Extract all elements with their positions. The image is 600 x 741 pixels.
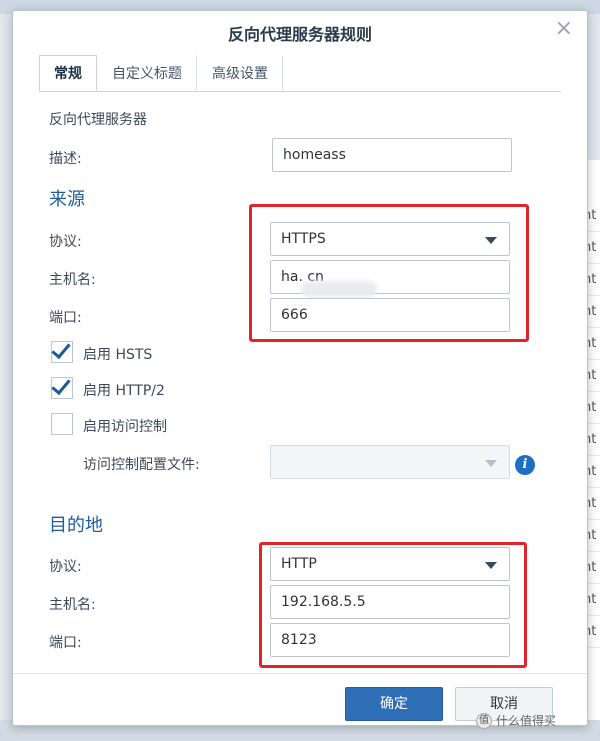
tab-general[interactable]: 常规 — [39, 55, 97, 91]
http2-checkbox[interactable] — [51, 374, 73, 399]
watermark: 值 什么值得买 — [476, 712, 556, 729]
destination-protocol-label: 协议: — [49, 559, 82, 575]
checkmark-icon — [51, 338, 71, 360]
source-protocol-select[interactable]: HTTPS — [270, 222, 510, 256]
info-icon[interactable]: i — [515, 455, 535, 475]
hsts-label: 启用 HSTS — [83, 347, 153, 363]
tab-advanced[interactable]: 高级设置 — [197, 55, 283, 91]
redaction-blur — [301, 281, 377, 297]
access-profile-select[interactable] — [270, 445, 510, 479]
watermark-text: 什么值得买 — [496, 714, 557, 728]
reverse-proxy-dialog: 反向代理服务器规则 × 常规 自定义标题 高级设置 反向代理服务器 描述: ho… — [12, 10, 588, 726]
destination-hostname-label: 主机名: — [49, 597, 96, 613]
tab-custom-header[interactable]: 自定义标题 — [97, 55, 197, 91]
chevron-down-icon — [485, 562, 497, 569]
destination-port-input[interactable]: 8123 — [270, 623, 510, 657]
tab-divider — [39, 91, 561, 92]
source-section-title: 来源 — [49, 189, 85, 210]
source-port-label: 端口: — [49, 310, 82, 326]
ok-button[interactable]: 确定 — [345, 687, 443, 721]
description-input[interactable]: homeass — [272, 138, 512, 172]
source-protocol-label: 协议: — [49, 234, 82, 250]
access-control-label: 启用访问控制 — [83, 419, 167, 435]
watermark-logo-icon: 值 — [476, 712, 492, 729]
source-port-input[interactable]: 666 — [270, 298, 510, 332]
chevron-down-icon — [485, 237, 497, 244]
checkmark-icon — [51, 374, 71, 396]
dialog-title: 反向代理服务器规则 — [227, 25, 372, 44]
destination-hostname-input[interactable]: 192.168.5.5 — [270, 585, 510, 619]
access-control-checkbox[interactable] — [51, 413, 73, 435]
http2-label: 启用 HTTP/2 — [83, 383, 165, 399]
access-profile-label: 访问控制配置文件: — [83, 457, 200, 473]
general-heading: 反向代理服务器 — [49, 112, 147, 128]
chevron-down-icon — [485, 460, 497, 467]
tab-bar: 常规 自定义标题 高级设置 — [39, 55, 283, 91]
footer-divider — [13, 673, 587, 674]
destination-port-label: 端口: — [49, 635, 82, 651]
destination-protocol-value: HTTP — [281, 556, 317, 572]
source-protocol-value: HTTPS — [281, 231, 326, 247]
dialog-titlebar: 反向代理服务器规则 × — [13, 11, 587, 47]
destination-protocol-select[interactable]: HTTP — [270, 547, 510, 581]
description-label: 描述: — [49, 151, 82, 167]
close-icon[interactable]: × — [555, 17, 573, 41]
destination-section-title: 目的地 — [49, 515, 103, 536]
hsts-checkbox[interactable] — [51, 338, 73, 363]
source-hostname-label: 主机名: — [49, 272, 96, 288]
